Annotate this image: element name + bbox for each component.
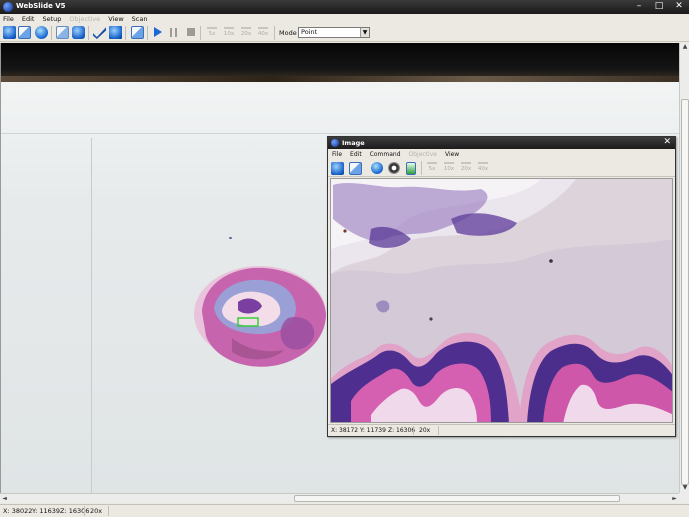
image-zoom-10x-button[interactable]: 10x [442, 162, 456, 174]
menu-scan[interactable]: Scan [132, 15, 148, 23]
app-logo-icon [331, 139, 339, 147]
scroll-down-icon[interactable]: ▼ [681, 484, 689, 493]
slide-label-area [1, 43, 679, 80]
menu-edit[interactable]: Edit [22, 15, 35, 23]
check-icon[interactable] [93, 27, 106, 39]
debris-speck [229, 237, 232, 239]
mode-select-value: Point [301, 28, 318, 36]
image-window-title: Image [342, 139, 365, 147]
title-bar: WebSlide V5 – □ ✕ [0, 0, 689, 14]
toolbar-separator [421, 161, 422, 175]
image-window-status-bar: X: 38172 Y: 11739 Z: 16306 20x [328, 424, 675, 436]
image-window-close-button[interactable]: ✕ [663, 137, 671, 148]
toolbar-separator [274, 26, 275, 40]
app-logo-icon [3, 2, 13, 12]
menu-file[interactable]: File [3, 15, 14, 23]
image-window-toolbar: 5x 10x 20x 40x [328, 159, 675, 177]
zoom-40x-button[interactable]: 40x [256, 27, 270, 39]
image-menu-objective: Objective [408, 150, 437, 158]
webslide-app: WebSlide V5 – □ ✕ File Edit Setup Object… [0, 0, 689, 517]
maximize-button[interactable]: □ [653, 1, 665, 12]
status-divider [108, 506, 109, 516]
image-status-magnification: 20x [419, 427, 431, 434]
status-bar: X: 38022 Y: 11639 Z: 16306 20x [0, 504, 689, 517]
scrollbar-corner [679, 493, 689, 503]
menu-bar: File Edit Setup Objective View Scan [0, 14, 689, 24]
coverslip-edge [91, 138, 92, 493]
mode-label: Mode [279, 29, 297, 37]
magnified-tissue-image [331, 179, 672, 422]
menu-objective: Objective [69, 15, 101, 23]
scroll-up-icon[interactable]: ▲ [681, 43, 689, 52]
stack-icon[interactable] [131, 26, 144, 39]
image-zoom-20x-button[interactable]: 20x [459, 162, 473, 174]
toolbar-separator [51, 26, 52, 40]
scroll-right-icon[interactable]: ► [670, 494, 679, 503]
copy-icon[interactable] [56, 26, 69, 39]
image-menu-view[interactable]: View [445, 151, 459, 158]
minimize-button[interactable]: – [633, 1, 645, 12]
image-status-y-coordinate: Y: 11739 [360, 427, 386, 434]
image-status-x-coordinate: X: 38172 [331, 427, 359, 434]
image-window-title-bar[interactable]: Image ✕ [328, 137, 675, 149]
settings-icon[interactable] [388, 162, 400, 174]
horizontal-scrollbar[interactable]: ◄ ► [0, 493, 679, 503]
window-title: WebSlide V5 [16, 2, 66, 10]
save-slide-icon[interactable] [18, 26, 31, 39]
image-window[interactable]: Image ✕ File Edit Command Objective View… [327, 136, 676, 437]
image-menu-file[interactable]: File [332, 151, 342, 158]
open-icon[interactable] [331, 162, 344, 175]
zoom-5x-button[interactable]: 5x [205, 27, 219, 39]
image-view[interactable] [330, 178, 673, 423]
zoom-icon[interactable] [371, 162, 383, 174]
pause-icon[interactable] [170, 28, 177, 37]
copy-icon[interactable] [349, 162, 362, 175]
status-magnification: 20x [90, 507, 103, 515]
menu-view[interactable]: View [108, 15, 123, 23]
report-icon[interactable] [406, 162, 416, 175]
menu-setup[interactable]: Setup [42, 15, 61, 23]
toolbar-separator [147, 26, 148, 40]
image-zoom-5x-button[interactable]: 5x [425, 162, 439, 174]
image-zoom-40x-button[interactable]: 40x [476, 162, 490, 174]
status-x-coordinate: X: 38022 [3, 507, 33, 515]
coverslip-edge [1, 133, 679, 134]
play-icon[interactable] [154, 27, 162, 37]
status-y-coordinate: Y: 11639 [32, 507, 61, 515]
image-menu-edit[interactable]: Edit [350, 151, 362, 158]
vertical-scroll-thumb[interactable] [681, 99, 689, 485]
layers-icon[interactable] [72, 26, 85, 39]
image-menu-command[interactable]: Command [370, 151, 401, 158]
horizontal-scroll-thumb[interactable] [294, 495, 620, 502]
status-divider [84, 506, 85, 516]
toolbar-separator [88, 26, 89, 40]
export-icon[interactable] [109, 26, 122, 39]
toolbar-separator [125, 26, 126, 40]
scroll-left-icon[interactable]: ◄ [0, 494, 9, 503]
globe-icon[interactable] [35, 26, 48, 39]
zoom-10x-button[interactable]: 10x [222, 27, 236, 39]
zoom-20x-button[interactable]: 20x [239, 27, 253, 39]
vertical-scrollbar[interactable]: ▲ ▼ [679, 43, 689, 493]
stop-icon[interactable] [187, 28, 195, 36]
image-window-menu-bar: File Edit Command Objective View [328, 149, 675, 159]
image-status-z-coordinate: Z: 16306 [388, 427, 416, 434]
mode-select[interactable]: Point ▼ [298, 27, 370, 38]
main-toolbar: 5x 10x 20x 40x Mode Point ▼ [0, 24, 689, 42]
chevron-down-icon[interactable]: ▼ [360, 28, 369, 37]
status-divider [438, 426, 439, 435]
tissue-section[interactable] [192, 262, 332, 374]
open-icon[interactable] [3, 26, 16, 39]
toolbar-separator [200, 26, 201, 40]
close-button[interactable]: ✕ [673, 1, 685, 12]
status-divider [413, 426, 414, 435]
